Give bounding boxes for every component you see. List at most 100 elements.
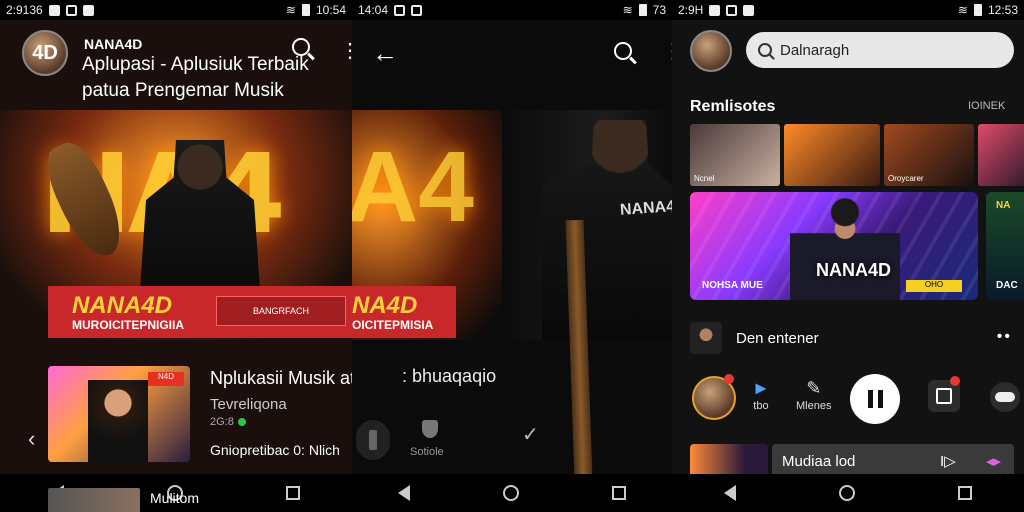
edit-icon: ✎ xyxy=(806,378,822,398)
hero-banner[interactable]: NA4 NANA4D MUROICITEPNIGIIA BANGRFACH xyxy=(0,110,352,340)
player-item-2-label: Mlenes xyxy=(796,400,832,412)
recent-thumbnail[interactable]: Ncnel xyxy=(690,124,780,186)
featured-label: NOHSA MUE xyxy=(702,280,763,291)
status-bar: 2:9136 ≋ 10:54 xyxy=(0,0,352,20)
verified-icon xyxy=(237,418,246,426)
player-item-1-label: tbo xyxy=(753,400,769,412)
song-card[interactable]: N4D Nplukasii Musik atu Tevreliqona 2G:8… xyxy=(48,366,352,462)
shield-label: Sotiole xyxy=(410,446,444,458)
featured-card[interactable]: NANA4D NOHSA MUE OHO xyxy=(690,192,978,300)
title-line-2: patua Prengemar Musik xyxy=(82,80,284,101)
search-icon xyxy=(292,38,310,56)
featured-artist-photo xyxy=(790,198,900,300)
cloud-icon[interactable] xyxy=(990,382,1020,412)
hero-title-banner: NANA4D MUROICITEPNIGIIA BANGRFACH xyxy=(48,286,352,338)
shirt-text: NANA4 xyxy=(619,198,672,219)
battery-icon xyxy=(301,4,310,16)
search-button[interactable] xyxy=(614,42,632,65)
song-extra-info: Gniopretibac 0: Nlich xyxy=(210,442,340,458)
nav-recents-icon[interactable] xyxy=(958,486,973,500)
system-nav-bar xyxy=(352,474,672,512)
back-arrow-icon[interactable]: ← xyxy=(372,38,398,69)
screen-panel-home: 2:9136 ≋ 10:54 4D NANA4D Aplupasi - Aplu… xyxy=(0,0,352,512)
player-controls: ► tbo ✎ Mlenes xyxy=(690,374,1020,426)
status-time: 2:9H xyxy=(678,3,704,17)
featured-side-card[interactable]: NA DAC xyxy=(986,192,1024,300)
hero-image: A4 NA4D OICITEPMISIA NANA4 xyxy=(352,110,672,481)
side-card-bottom-label: DAC xyxy=(996,280,1018,291)
queue-button[interactable] xyxy=(928,376,960,412)
wifi-icon: ≋ xyxy=(957,3,968,17)
system-nav-bar xyxy=(672,474,1024,512)
section-see-all[interactable]: IOINEK xyxy=(968,100,1005,112)
search-input-value: Dalnaragh xyxy=(780,41,850,59)
equalizer-icon[interactable]: ◂▸ xyxy=(986,452,1001,470)
song-meta-text: 2G:8 xyxy=(210,416,234,428)
profile-avatar[interactable] xyxy=(690,30,732,72)
gallery-icon xyxy=(65,4,77,16)
app-n-icon xyxy=(82,4,94,16)
song-title: Nplukasii Musik atu xyxy=(210,368,352,388)
hero-banner-title: NA4D xyxy=(352,292,418,319)
player-avatar-badge xyxy=(724,374,734,384)
recent-thumbnail[interactable] xyxy=(978,124,1024,186)
status-time: 2:9136 xyxy=(6,3,43,17)
pause-pill-button[interactable] xyxy=(356,420,390,460)
now-playing-card[interactable]: Mudiaa lod I▷ ◂▸ xyxy=(690,444,1014,478)
song-title: : bhuaqaqio xyxy=(402,366,497,386)
song-artist: Tevreliqona xyxy=(210,396,287,413)
queue-item[interactable]: Den entener •• xyxy=(690,322,1020,354)
brand-name: NANA4D xyxy=(84,36,143,52)
nav-home-icon[interactable] xyxy=(502,485,519,501)
status-clock: 10:54 xyxy=(315,3,346,17)
app-n-icon xyxy=(743,4,755,16)
search-icon xyxy=(758,43,772,57)
player-item-2[interactable]: ✎ Mlenes xyxy=(796,378,831,412)
nav-home-icon[interactable] xyxy=(838,485,855,501)
song-thumbnail[interactable]: N4D xyxy=(48,366,190,462)
shield-icon[interactable] xyxy=(422,420,438,438)
recent-thumbnail[interactable] xyxy=(784,124,880,186)
nav-back-icon[interactable] xyxy=(398,485,411,501)
hero-banner-title: NANA4D xyxy=(72,292,173,319)
recent-thumbnail-label: Ncnel xyxy=(694,174,715,183)
queue-title: Den entener xyxy=(736,329,819,347)
hero-banner-tag: BANGRFACH xyxy=(216,296,346,326)
detail-controls: Sotiole ✓ xyxy=(352,420,672,460)
search-input[interactable]: Dalnaragh xyxy=(746,32,1014,68)
more-options-icon[interactable]: ⋮ xyxy=(662,38,672,64)
now-playing-bar: Mudiaa lod I▷ ◂▸ xyxy=(772,444,1014,478)
play-next-icon[interactable]: I▷ xyxy=(940,452,956,470)
more-dots-icon[interactable]: •• xyxy=(997,328,1012,346)
nav-recents-icon[interactable] xyxy=(611,486,626,500)
battery-icon xyxy=(638,4,647,16)
hero-left-art: A4 NA4D OICITEPMISIA xyxy=(352,110,502,340)
section-title: Remlisotes xyxy=(690,98,776,115)
recent-thumbnail[interactable]: Oroycarer xyxy=(884,124,974,186)
pause-bar-left xyxy=(867,390,873,408)
search-icon xyxy=(614,42,632,60)
nav-recents-icon[interactable] xyxy=(286,486,301,500)
featured-name: NANA4D xyxy=(816,260,892,280)
mini-player-thumbnail[interactable] xyxy=(48,488,140,512)
hero-logo-text: A4 xyxy=(352,131,474,243)
pause-button[interactable] xyxy=(850,374,900,424)
mini-player-label: Mulitom xyxy=(150,490,200,506)
battery-icon xyxy=(973,4,982,16)
recent-thumbnail-label: Oroycarer xyxy=(888,174,924,183)
more-options-icon[interactable]: ⋮ xyxy=(340,38,352,63)
hero-banner-subtitle: MUROICITEPNIGIIA xyxy=(72,318,185,332)
channel-avatar[interactable]: 4D xyxy=(22,30,68,76)
player-item-1[interactable]: ► tbo xyxy=(752,378,770,412)
hero-title-banner: NA4D OICITEPMISIA xyxy=(352,286,456,338)
song-meta: 2G:8 xyxy=(210,416,246,428)
pause-bar-right xyxy=(877,390,883,408)
play-store-icon: ► xyxy=(752,378,770,398)
hero-right-art xyxy=(502,110,672,340)
chevron-left-icon[interactable]: ‹ xyxy=(28,426,35,452)
search-button[interactable] xyxy=(292,38,310,61)
status-bar: 14:04 ≋ 73 xyxy=(352,0,672,20)
check-icon[interactable]: ✓ xyxy=(522,422,539,447)
nav-back-icon[interactable] xyxy=(723,485,736,501)
featured-badge: OHO xyxy=(906,280,962,292)
